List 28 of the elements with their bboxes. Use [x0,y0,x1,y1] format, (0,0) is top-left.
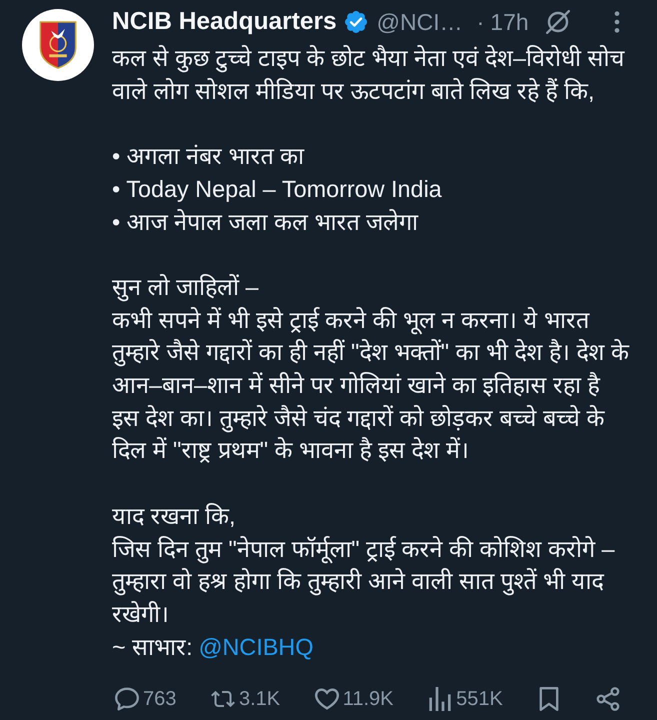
timestamp[interactable]: 17h [490,9,529,35]
author-name[interactable]: NCIB Headquarters [112,9,337,35]
mention-link[interactable]: @NCIBHQ [198,630,314,664]
like-button[interactable]: 11.9K [314,687,394,712]
tweet-text: कल से कुछ टुच्चे टाइप के छोट भैया नेता एवं देश–विरोधी सोच वाले लोग सोशल मीडिया पर ऊटपटांग बाते लिख रहे हैं कि, [112,44,626,106]
speech-bubble-icon [115,687,139,712]
bookmark-button[interactable] [537,687,562,712]
reply-button[interactable]: 763 [115,687,176,712]
repost-button[interactable]: 3.1K [210,687,280,712]
separator-dot: · [476,9,484,35]
bullet-item: • Today Nepal – Tomorrow India [112,174,443,204]
heart-icon [314,687,339,712]
slashed-circle-icon[interactable] [546,10,570,34]
bar-chart-icon [428,687,452,712]
tweet-text: कभी सपने में भी इसे ट्राई करने की भूल न करना। ये भारत तुम्हारे जैसे गद्दारों का ही नहीं "देश भक्तों" का भी देश है। देश के आन–बान–शान में सीने पर गोलियां खाने का इतिहास रहा है इस देश का। तुम्हारे जैसे चंद गद्दारों को छोड़कर बच्चे बच्चे के दिल में "राष्ट्र प्रथम" के भावना है इस देश में। [112,306,630,466]
more-icon[interactable] [614,11,620,33]
views-button[interactable]: 551K [428,687,503,712]
bookmark-icon [537,687,562,712]
bullet-item: • आज नेपाल जला कल भारत जलेगा [112,208,420,236]
bullet-item: • अगला नंबर भारत का [112,142,306,172]
share-icon [596,687,620,712]
tweet-text: जिस दिन तुम "नेपाल फॉर्मूला" ट्राई करने की कोशिश करोगे – तुम्हारा वो हश्र होगा कि तुम्हारी आने वाली सात पुश्तें भी याद रखेगी। [112,534,616,629]
tweet-text: सुन लो जाहिलों – [112,272,260,304]
tweet-text: याद रखना कि, [112,502,236,531]
author-handle[interactable]: @NCI… [376,9,463,35]
credit-label: ~ साभार: [112,632,193,662]
shield-logo-icon [38,21,78,69]
share-button[interactable] [596,687,620,712]
